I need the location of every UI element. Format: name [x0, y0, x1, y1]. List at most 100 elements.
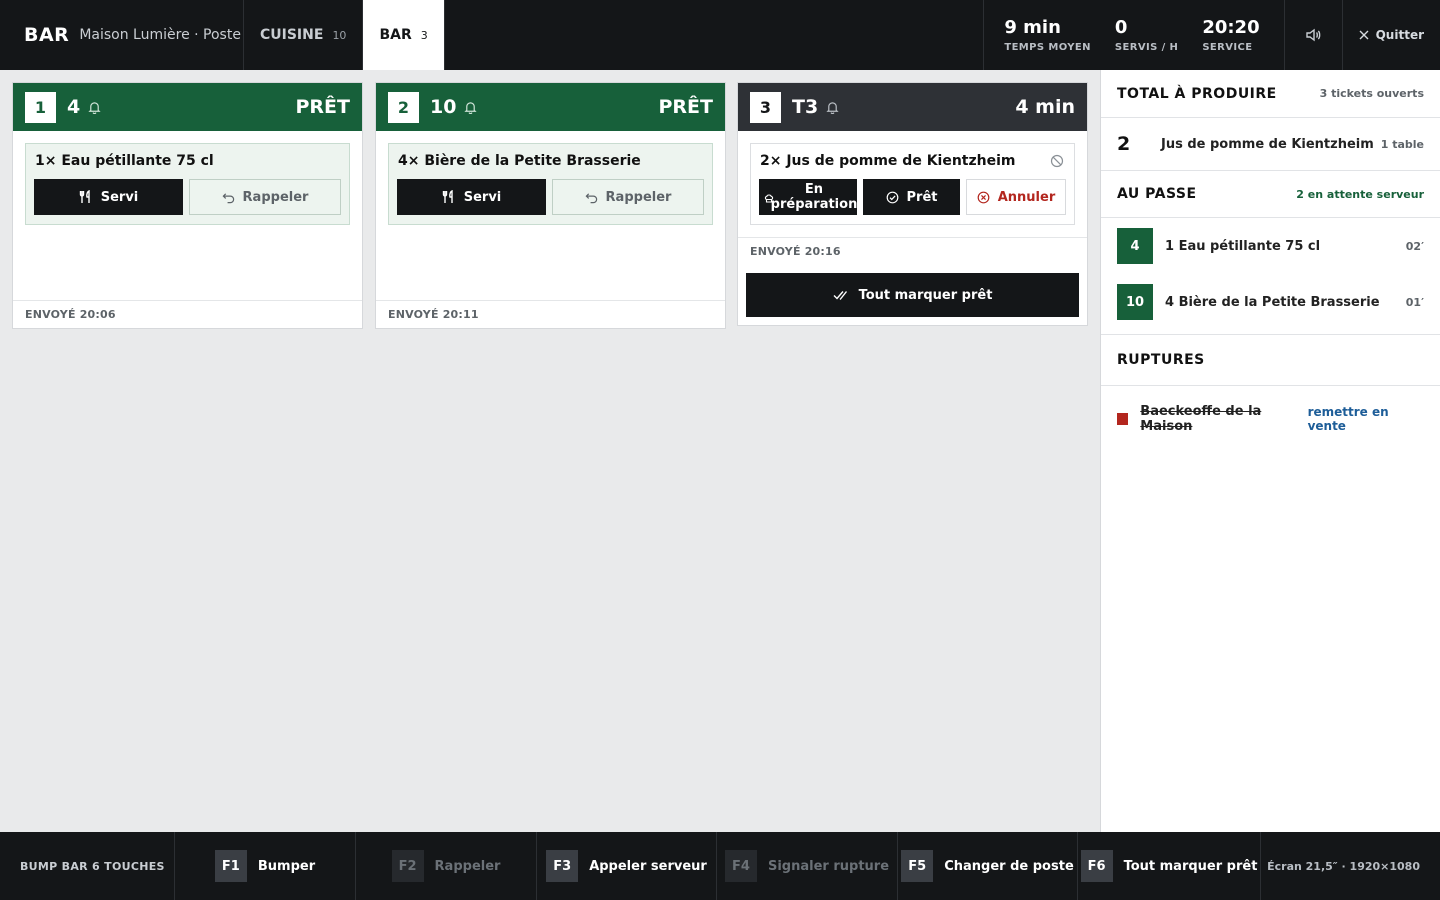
rupture-item-name: Baeckeoffe de la Maison [1140, 404, 1262, 434]
undo-icon [222, 192, 234, 203]
stat-value: 9 min [1004, 17, 1061, 38]
key-label: Bumper [257, 858, 316, 874]
fkey-call-server[interactable]: F3 Appeler serveur [537, 832, 717, 900]
button-label: Annuler [997, 189, 1056, 205]
button-label: Rappeler [242, 189, 309, 205]
fkey-recall[interactable]: F2 Rappeler [356, 832, 537, 900]
key-label: Rappeler [434, 858, 501, 874]
production-row: 2 Jus de pomme de Kientzheim 1 table [1101, 118, 1440, 170]
pass-row[interactable]: 4 1 Eau pétillante 75 cl 02′ [1101, 218, 1440, 274]
block-icon[interactable] [1050, 153, 1064, 172]
button-label: préparation [770, 197, 858, 212]
total-section-header: TOTAL À PRODUIRE 3 tickets ouverts [1101, 70, 1440, 117]
stat-value: 20:20 [1202, 17, 1260, 38]
ticket-card: 2 10 PRÊT 4× Bière de la Petite Brasseri… [375, 82, 726, 329]
served-button[interactable]: Servi [397, 179, 546, 215]
ticket-status: PRÊT [295, 96, 351, 118]
pass-section-header: AU PASSE 2 en attente serveur [1101, 171, 1440, 217]
fkey-mark-all-ready[interactable]: F6 Tout marquer prêt [1078, 832, 1261, 900]
station-brand: BAR Maison Lumière · Poste [0, 0, 244, 70]
stat-average-time: 9 min TEMPS MOYEN [1004, 17, 1091, 53]
rupture-row: Baeckeoffe de la Maison remettre en vent… [1101, 404, 1440, 434]
key-cap: F3 [546, 850, 579, 882]
pass-item-text: 1 Eau pétillante 75 cl [1165, 238, 1321, 254]
mark-all-ready-button[interactable]: Tout marquer prêt [746, 273, 1079, 317]
stat-label: SERVIS / H [1114, 42, 1179, 53]
stat-label: SERVICE [1202, 42, 1253, 53]
ticket-header: 1 4 PRÊT [13, 83, 362, 131]
tab-count: 3 [420, 28, 428, 42]
key-cap: F4 [724, 850, 757, 882]
restock-link[interactable]: remettre en vente [1308, 405, 1424, 433]
key-cap: F2 [391, 850, 424, 882]
section-title: RUPTURES [1117, 352, 1205, 368]
in-preparation-button[interactable]: En préparation [759, 179, 857, 215]
speaker-icon [1306, 28, 1321, 42]
screen-info: Écran 21,5″ · 1920×1080 [1267, 859, 1420, 873]
key-label: Appeler serveur [589, 858, 707, 874]
line-item-text: 1× Eau pétillante 75 cl [35, 153, 214, 169]
ticket-sent-time: ENVOYÉ 20:11 [376, 300, 725, 328]
top-bar: BAR Maison Lumière · Poste CUISINE 10 BA… [0, 0, 1440, 70]
key-label: Tout marquer prêt [1123, 858, 1258, 874]
quit-label: Quitter [1375, 28, 1424, 42]
chef-hat-icon [764, 192, 774, 207]
ticket-sent-time: ENVOYÉ 20:16 [738, 237, 1087, 265]
button-label: Prêt [906, 189, 938, 205]
ticket-header: 3 T3 4 min [738, 83, 1087, 131]
recall-button[interactable]: Rappeler [189, 179, 341, 215]
tab-label: CUISINE [260, 27, 324, 43]
undo-icon [585, 192, 597, 203]
pass-row[interactable]: 10 4 Bière de la Petite Brasserie 01′ [1101, 274, 1440, 330]
line-item-text: 2× Jus de pomme de Kientzheim [760, 153, 1016, 169]
ticket-table: 10 [430, 96, 457, 118]
key-cap: F6 [1080, 850, 1113, 882]
button-label: Rappeler [605, 189, 672, 205]
pass-table-number: 10 [1117, 284, 1153, 320]
section-title: TOTAL À PRODUIRE [1117, 85, 1277, 102]
check-circle-icon [886, 191, 898, 203]
ready-button[interactable]: Prêt [863, 179, 960, 215]
key-label: Signaler rupture [767, 858, 890, 874]
key-cap: F5 [901, 850, 934, 882]
cancel-button[interactable]: Annuler [966, 179, 1066, 215]
fkey-change-station[interactable]: F5 Changer de poste [898, 832, 1078, 900]
quit-button[interactable]: Quitter [1341, 0, 1440, 70]
key-cap: F1 [214, 850, 247, 882]
ticket-card: 1 4 PRÊT 1× Eau pétillante 75 cl Servi R… [12, 82, 363, 329]
double-check-icon [833, 291, 847, 301]
production-meta: 1 table [1380, 137, 1424, 151]
tab-count: 10 [332, 28, 347, 42]
ticket-table: 4 [67, 96, 81, 118]
bell-icon[interactable] [826, 101, 839, 114]
stat-service-clock: 20:20 SERVICE [1202, 17, 1259, 53]
recall-button[interactable]: Rappeler [552, 179, 704, 215]
ticket-sent-time: ENVOYÉ 20:06 [13, 300, 362, 328]
station-title: BAR [24, 24, 70, 46]
bump-bar-label: BUMP BAR 6 TOUCHES [0, 832, 175, 900]
service-stats: 9 min TEMPS MOYEN 0 SERVIS / H 20:20 SER… [983, 0, 1283, 70]
tab-cuisine[interactable]: CUISINE 10 [244, 0, 364, 70]
sound-button[interactable] [1283, 0, 1342, 70]
cutlery-icon [442, 190, 453, 203]
production-qty: 2 [1117, 133, 1131, 155]
fkey-bump[interactable]: F1 Bumper [175, 832, 356, 900]
line-item-text: 4× Bière de la Petite Brasserie [398, 153, 641, 169]
bell-icon[interactable] [464, 101, 478, 114]
out-of-stock-marker [1117, 413, 1129, 425]
ticket-number: 2 [388, 91, 419, 123]
section-title: AU PASSE [1117, 186, 1197, 202]
served-button[interactable]: Servi [34, 179, 183, 215]
button-label: Tout marquer prêt [858, 287, 993, 303]
pass-table-number: 4 [1117, 228, 1153, 264]
summary-panel: TOTAL À PRODUIRE 3 tickets ouverts 2 Jus… [1100, 70, 1440, 832]
ticket-status: PRÊT [658, 96, 714, 118]
close-icon [1359, 30, 1369, 40]
ruptures-section-header: RUPTURES [1101, 335, 1440, 385]
button-label: Servi [463, 189, 502, 205]
fkey-report-rupture[interactable]: F4 Signaler rupture [717, 832, 898, 900]
cancel-circle-icon [977, 191, 990, 203]
tab-label: BAR [379, 27, 412, 43]
bell-icon[interactable] [88, 101, 101, 114]
tab-bar[interactable]: BAR 3 [363, 0, 445, 70]
